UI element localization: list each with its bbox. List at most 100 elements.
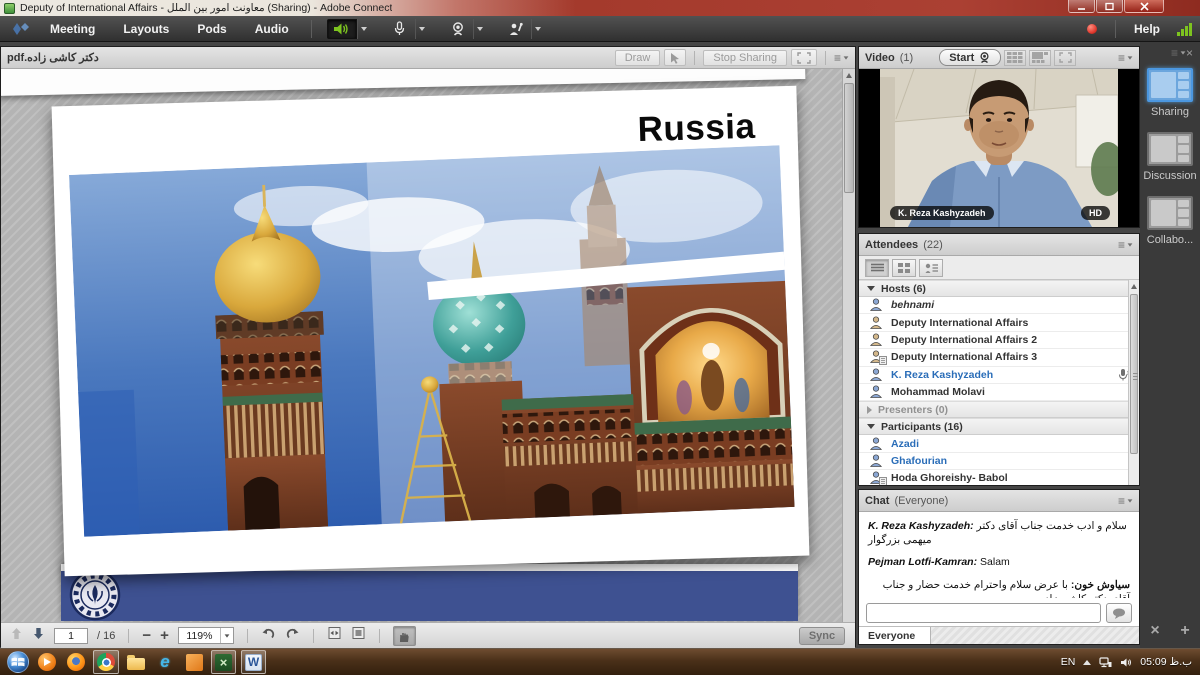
attendee-group-header[interactable]: Presenters (0) bbox=[859, 401, 1139, 418]
word-icon[interactable]: W bbox=[241, 650, 266, 674]
start-webcam-button[interactable]: Start bbox=[939, 49, 1001, 66]
speaker-menu-caret[interactable] bbox=[357, 19, 371, 39]
attendee-row[interactable]: Hoda Ghoreishy- Babol bbox=[859, 470, 1139, 485]
page-number-input[interactable] bbox=[54, 628, 88, 644]
page-up-button[interactable] bbox=[10, 627, 23, 645]
send-message-button[interactable] bbox=[1106, 603, 1132, 623]
close-button[interactable] bbox=[1124, 0, 1164, 13]
scrollbar-thumb[interactable] bbox=[1130, 294, 1138, 454]
toolbar-divider bbox=[379, 629, 380, 643]
microphone-menu-caret[interactable] bbox=[415, 19, 429, 39]
firefox-icon[interactable] bbox=[64, 650, 88, 674]
menu-meeting[interactable]: Meeting bbox=[36, 16, 109, 42]
rotate-ccw-button[interactable] bbox=[261, 627, 276, 645]
clock[interactable]: 05:09 ب.ظ bbox=[1140, 656, 1192, 668]
attendee-list-view-icon[interactable] bbox=[865, 259, 889, 277]
media-player-icon[interactable] bbox=[35, 650, 59, 674]
speaker-view-icon[interactable] bbox=[1029, 50, 1051, 66]
attendee-row[interactable]: Deputy International Affairs bbox=[859, 314, 1139, 331]
language-indicator[interactable]: EN bbox=[1061, 656, 1076, 668]
attendee-row[interactable]: Deputy International Affairs 3 bbox=[859, 349, 1139, 366]
webcam-menu-caret[interactable] bbox=[473, 19, 487, 39]
webcam-video-image bbox=[880, 69, 1118, 227]
help-menu[interactable]: Help bbox=[1124, 22, 1170, 36]
zoom-in-button[interactable]: + bbox=[160, 628, 169, 643]
minimize-button[interactable] bbox=[1068, 0, 1095, 13]
video-fullscreen-icon[interactable] bbox=[1054, 50, 1076, 66]
attendees-scrollbar[interactable] bbox=[1128, 280, 1139, 485]
chrome-icon[interactable] bbox=[93, 650, 119, 674]
scroll-up-icon[interactable] bbox=[843, 69, 855, 81]
chat-message: K. Reza Kashyzadeh: سلام و ادب خدمت جناب… bbox=[868, 519, 1130, 547]
zoom-out-button[interactable]: − bbox=[142, 628, 151, 643]
layout-thumb-collabo[interactable] bbox=[1147, 196, 1193, 230]
toolbar-divider bbox=[313, 629, 314, 643]
pan-tool-button[interactable] bbox=[393, 626, 416, 646]
add-layout-icon[interactable]: + bbox=[1180, 622, 1189, 640]
attendee-row[interactable]: K. Reza Kashyzadeh bbox=[859, 367, 1139, 384]
shared-document-title: دکتر کاشی زاده.pdf bbox=[7, 51, 99, 64]
attendee-group-header[interactable]: Hosts (6) bbox=[859, 280, 1139, 297]
menubar-divider bbox=[1115, 20, 1116, 38]
layout-thumb-sharing[interactable] bbox=[1147, 68, 1193, 102]
raise-hand-button[interactable] bbox=[501, 19, 531, 39]
office-icon[interactable] bbox=[182, 650, 206, 674]
maximize-button[interactable] bbox=[1096, 0, 1123, 13]
menu-layouts[interactable]: Layouts bbox=[109, 16, 183, 42]
scrollbar-thumb[interactable] bbox=[844, 83, 854, 193]
attendee-group-header[interactable]: Participants (16) bbox=[859, 418, 1139, 435]
draw-button[interactable]: Draw bbox=[615, 50, 661, 66]
raise-hand-menu-caret[interactable] bbox=[531, 19, 545, 39]
video-pod-options-menu[interactable]: ≡ bbox=[1118, 51, 1133, 65]
share-pod-options-menu[interactable]: ≡ bbox=[834, 51, 849, 65]
layouts-options-menu[interactable]: ≡ bbox=[1171, 46, 1186, 60]
attendees-pod-options-menu[interactable]: ≡ bbox=[1118, 238, 1133, 252]
pointer-tool-button[interactable] bbox=[664, 49, 686, 66]
volume-icon[interactable] bbox=[1120, 657, 1132, 668]
attendee-row[interactable]: Mohammad Molavi bbox=[859, 384, 1139, 401]
attendee-row[interactable]: Deputy International Affairs 2 bbox=[859, 332, 1139, 349]
webcam-button[interactable] bbox=[443, 19, 473, 39]
layout-thumb-discussion[interactable] bbox=[1147, 132, 1193, 166]
page-down-button[interactable] bbox=[32, 627, 45, 645]
menu-items: MeetingLayoutsPodsAudio bbox=[36, 16, 303, 42]
attendee-row[interactable]: Ghafourian bbox=[859, 453, 1139, 470]
chat-input[interactable] bbox=[866, 603, 1101, 623]
attendee-grid-view-icon[interactable] bbox=[892, 259, 916, 277]
fit-width-button[interactable] bbox=[327, 626, 342, 645]
attendee-list: Hosts (6)behnamiDeputy International Aff… bbox=[859, 280, 1139, 485]
zoom-caret-icon[interactable] bbox=[220, 628, 233, 643]
system-tray: EN 05:09 ب.ظ bbox=[1061, 656, 1200, 668]
menu-pods[interactable]: Pods bbox=[183, 16, 240, 42]
attendee-row[interactable]: Azadi bbox=[859, 435, 1139, 452]
attendee-status-view-icon[interactable] bbox=[919, 259, 943, 277]
adobe-connect-icon[interactable]: × bbox=[211, 650, 236, 674]
chat-pod: Chat (Everyone) ≡ K. Reza Kashyzadeh: سل… bbox=[858, 489, 1140, 645]
rotate-cw-button[interactable] bbox=[285, 627, 300, 645]
network-icon[interactable] bbox=[1099, 657, 1112, 668]
explorer-icon[interactable] bbox=[124, 650, 148, 674]
menu-audio[interactable]: Audio bbox=[241, 16, 303, 42]
sync-button[interactable]: Sync bbox=[799, 627, 845, 645]
document-scrollbar[interactable] bbox=[842, 69, 855, 622]
layouts-close-icon[interactable]: × bbox=[1186, 46, 1193, 60]
menu-bar: MeetingLayoutsPodsAudio bbox=[0, 16, 1200, 42]
scroll-up-icon[interactable] bbox=[1129, 280, 1139, 292]
chat-pod-options-menu[interactable]: ≡ bbox=[1118, 494, 1133, 508]
delete-layout-icon[interactable]: × bbox=[1150, 622, 1159, 640]
speaker-button[interactable] bbox=[327, 19, 357, 39]
chat-message: Pejman Lotfi-Kamran: Salam bbox=[868, 555, 1130, 569]
stop-sharing-button[interactable]: Stop Sharing bbox=[703, 50, 787, 66]
zoom-level-select[interactable]: 119% bbox=[178, 627, 234, 644]
attendees-toolbar bbox=[859, 256, 1139, 280]
chat-tab-everyone[interactable]: Everyone bbox=[859, 627, 931, 644]
document-viewport[interactable]: Russia bbox=[1, 69, 855, 622]
internet-explorer-icon[interactable]: e bbox=[153, 650, 177, 674]
microphone-button[interactable] bbox=[385, 19, 415, 39]
show-hidden-icons[interactable] bbox=[1083, 660, 1091, 665]
fit-page-button[interactable] bbox=[351, 626, 366, 645]
filmstrip-view-icon[interactable] bbox=[1004, 50, 1026, 66]
attendee-row[interactable]: behnami bbox=[859, 297, 1139, 314]
windows-start-icon[interactable] bbox=[6, 650, 30, 674]
fullscreen-button[interactable] bbox=[791, 49, 817, 66]
